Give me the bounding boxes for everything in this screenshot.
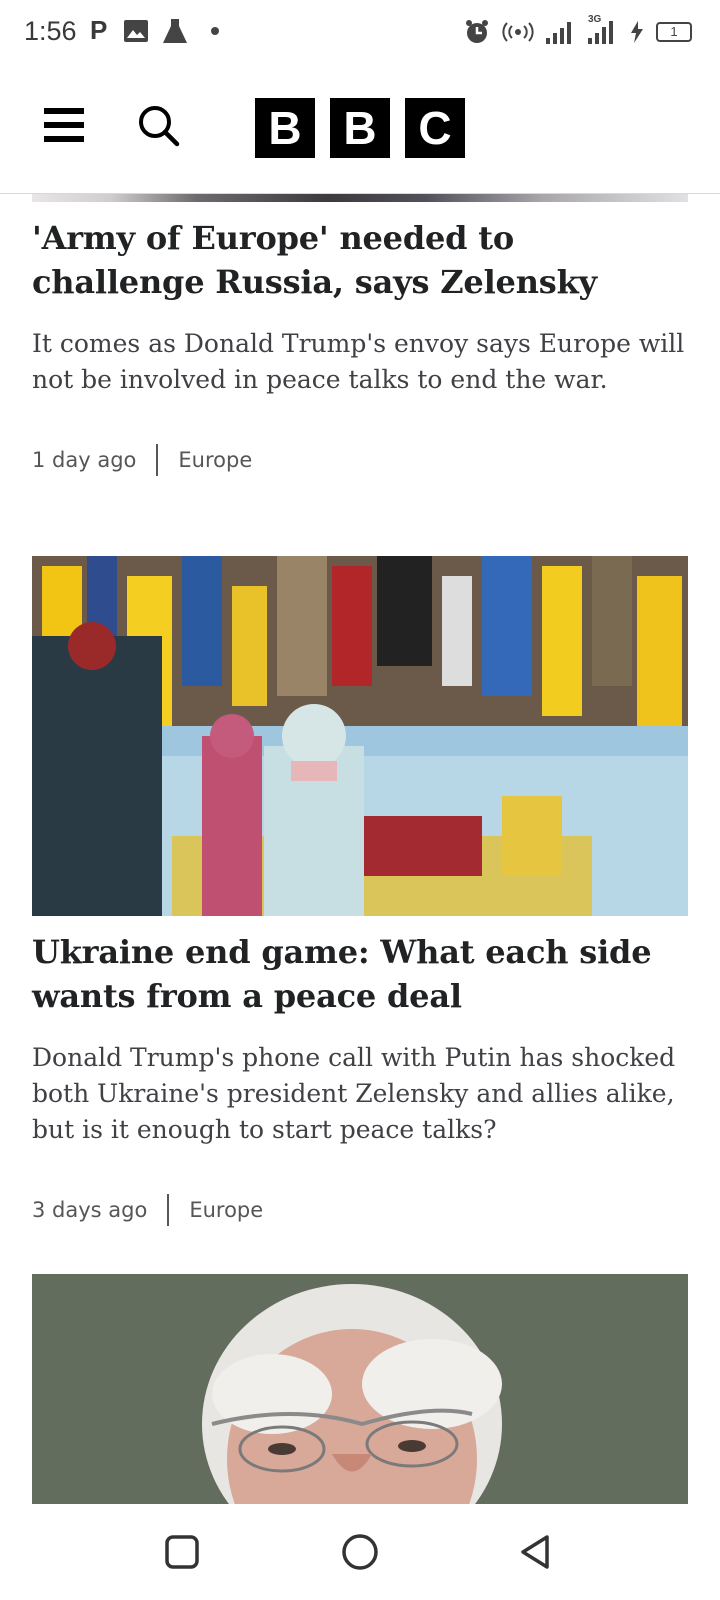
article-meta: 3 days ago Europe <box>32 1194 688 1226</box>
article-card[interactable]: Ukraine end game: What each side wants f… <box>32 930 688 1226</box>
site-header: B B C <box>0 64 720 194</box>
parking-icon: P <box>90 15 108 45</box>
dot-icon <box>211 27 219 35</box>
status-right-icons: 3G 1 <box>464 14 692 50</box>
status-time: 1:56 <box>24 16 77 46</box>
recents-square-icon[interactable] <box>162 1532 202 1572</box>
meta-divider <box>156 444 159 476</box>
lab-flask-icon <box>163 19 187 43</box>
portrait-photo <box>32 1274 688 1504</box>
logo-letter: B <box>255 98 315 158</box>
article-summary: It comes as Donald Trump's envoy says Eu… <box>32 329 685 394</box>
status-bar: 1:56 P 3G 1 <box>0 0 720 64</box>
alarm-icon <box>466 20 488 43</box>
image-icon <box>124 20 148 42</box>
bbc-logo[interactable]: B B C <box>255 98 465 158</box>
article-time: 1 day ago <box>32 448 137 472</box>
article-summary: Donald Trump's phone call with Putin has… <box>32 1043 676 1144</box>
battery-label: 1 <box>670 24 678 39</box>
article-section[interactable]: Europe <box>178 448 252 472</box>
charging-icon <box>631 21 643 43</box>
article-image[interactable] <box>32 556 688 916</box>
meta-divider <box>167 1194 170 1226</box>
article-meta: 1 day ago Europe <box>32 444 688 476</box>
article-time: 3 days ago <box>32 1198 148 1222</box>
system-nav-bar <box>0 1504 720 1600</box>
article-headline[interactable]: Ukraine end game: What each side wants f… <box>32 930 688 1018</box>
memorial-photo <box>32 556 688 916</box>
back-triangle-icon[interactable] <box>515 1532 555 1572</box>
search-icon[interactable] <box>137 104 181 148</box>
article-card[interactable]: 'Army of Europe' needed to challenge Rus… <box>32 216 688 476</box>
article-headline[interactable]: 'Army of Europe' needed to challenge Rus… <box>32 216 688 304</box>
logo-letter: B <box>330 98 390 158</box>
home-circle-icon[interactable] <box>340 1532 380 1572</box>
logo-letter: C <box>405 98 465 158</box>
battery-icon: 1 <box>656 22 692 42</box>
signal-3g-icon: 3G <box>588 14 618 46</box>
article-section[interactable]: Europe <box>189 1198 263 1222</box>
menu-icon[interactable] <box>44 108 84 142</box>
article-feed: 'Army of Europe' needed to challenge Rus… <box>0 190 720 1504</box>
article-image[interactable] <box>32 1274 688 1504</box>
signal-icon <box>546 22 571 44</box>
hotspot-icon <box>502 22 534 42</box>
